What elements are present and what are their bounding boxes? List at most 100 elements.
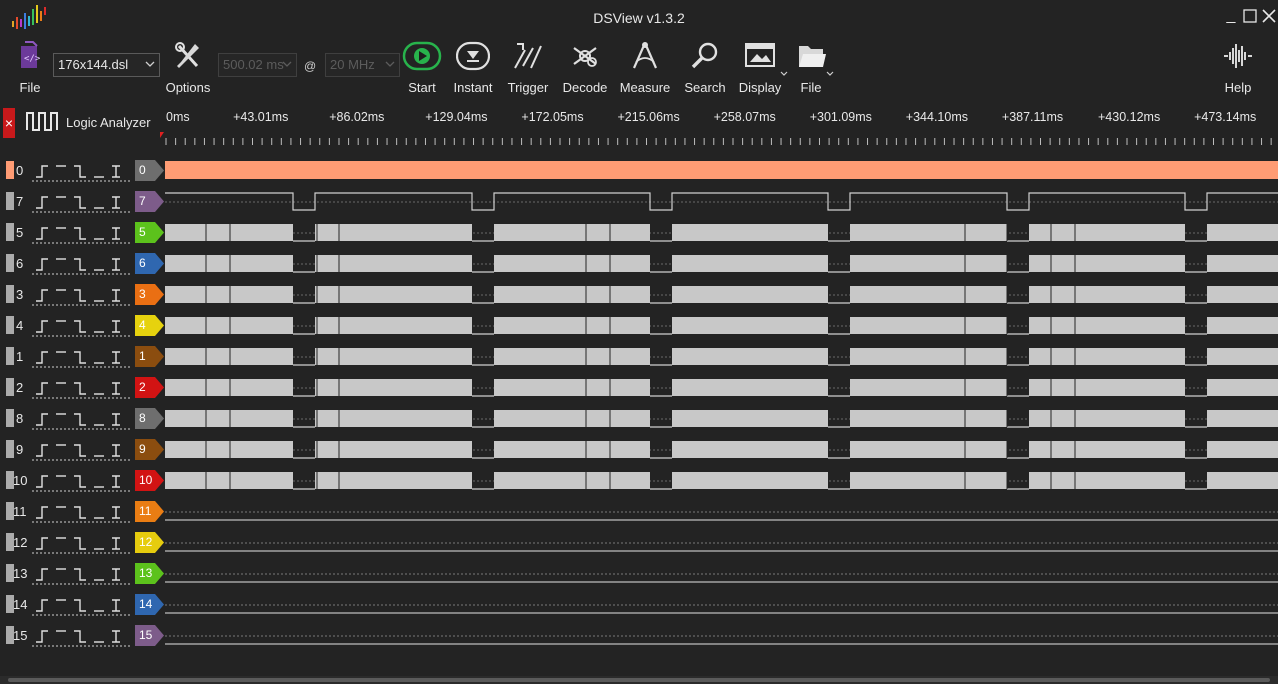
channel-label-tag[interactable]: 14	[135, 594, 165, 615]
channel-label-tag[interactable]: 4	[135, 315, 165, 336]
channel-label-tag[interactable]: 2	[135, 377, 165, 398]
trigger-type-icons[interactable]	[32, 345, 132, 369]
trigger-type-icons[interactable]	[32, 562, 132, 586]
channel-select-handle[interactable]	[6, 192, 14, 210]
channel-label-tag[interactable]: 6	[135, 253, 165, 274]
channel-select-handle[interactable]	[6, 378, 14, 396]
device-file-select[interactable]: 176x144.dsl	[53, 53, 160, 77]
chevron-down-icon	[780, 71, 788, 76]
channel-select-handle[interactable]	[6, 409, 14, 427]
time-ruler[interactable]: 0ms +43.01ms +86.02ms +129.04ms +172.05ms +21…	[160, 100, 1278, 150]
trigger-type-icons[interactable]	[32, 407, 132, 431]
file-menu-button[interactable]: </> File	[8, 38, 52, 96]
channel-label-text: 10	[139, 473, 153, 487]
channel-row[interactable]: 00	[0, 155, 1278, 186]
channel-waveform[interactable]	[165, 527, 1278, 558]
trigger-type-icons[interactable]	[32, 221, 132, 245]
channel-waveform[interactable]	[165, 186, 1278, 217]
channel-label-text: 3	[139, 287, 146, 301]
channel-label-tag[interactable]: 11	[135, 501, 165, 522]
channel-select-handle[interactable]	[6, 285, 14, 303]
trigger-type-icons[interactable]	[32, 283, 132, 307]
instant-button[interactable]: Instant	[448, 38, 498, 96]
measure-button[interactable]: Measure	[617, 38, 673, 96]
trigger-type-icons[interactable]	[32, 314, 132, 338]
channel-waveform[interactable]	[165, 248, 1278, 279]
channel-label-tag[interactable]: 12	[135, 532, 165, 553]
channel-label-tag[interactable]: 8	[135, 408, 165, 429]
channel-row[interactable]: 66	[0, 248, 1278, 279]
channel-label-tag[interactable]: 1	[135, 346, 165, 367]
channel-waveform[interactable]	[165, 155, 1278, 186]
display-button[interactable]: Display	[737, 38, 783, 96]
channel-label-tag[interactable]: 7	[135, 191, 165, 212]
trigger-type-icons[interactable]	[32, 531, 132, 555]
trigger-type-icons[interactable]	[32, 593, 132, 617]
channel-waveform[interactable]	[165, 589, 1278, 620]
channel-select-handle[interactable]	[6, 440, 14, 458]
file-export-button[interactable]: File	[791, 38, 831, 96]
trigger-type-icons[interactable]	[32, 190, 132, 214]
channel-label-tag[interactable]: 10	[135, 470, 165, 491]
sample-time-select[interactable]: 500.02 ms	[218, 53, 297, 77]
channel-row[interactable]: 15 15	[0, 620, 1278, 651]
channel-waveform[interactable]	[165, 434, 1278, 465]
channel-waveform[interactable]	[165, 372, 1278, 403]
channel-waveform[interactable]	[165, 310, 1278, 341]
channel-waveform[interactable]	[165, 620, 1278, 651]
channel-row[interactable]: 77	[0, 186, 1278, 217]
channel-row[interactable]: 11	[0, 341, 1278, 372]
start-button[interactable]: Start	[400, 38, 444, 96]
channel-row[interactable]: 55	[0, 217, 1278, 248]
channel-waveform[interactable]	[165, 465, 1278, 496]
channel-select-handle[interactable]	[6, 161, 14, 179]
channel-row[interactable]: 13 13	[0, 558, 1278, 589]
channel-select-handle[interactable]	[6, 347, 14, 365]
options-button[interactable]: Options	[162, 38, 214, 96]
trigger-type-icons[interactable]	[32, 469, 132, 493]
sample-rate-select[interactable]: 20 MHz	[325, 53, 400, 77]
trigger-type-icons[interactable]	[32, 376, 132, 400]
decode-button[interactable]: Decode	[560, 38, 610, 96]
channel-label-tag[interactable]: 0	[135, 160, 165, 181]
channel-label-tag[interactable]: 3	[135, 284, 165, 305]
maximize-button[interactable]	[1241, 6, 1259, 26]
channel-select-handle[interactable]	[6, 223, 14, 241]
channel-waveform[interactable]	[165, 558, 1278, 589]
channel-label-text: 2	[139, 380, 146, 394]
trigger-type-icons[interactable]	[32, 624, 132, 648]
trigger-type-icons[interactable]	[32, 159, 132, 183]
minimize-button[interactable]: _	[1222, 6, 1240, 26]
trigger-type-icons[interactable]	[32, 500, 132, 524]
channel-waveform[interactable]	[165, 341, 1278, 372]
channel-label-tag[interactable]: 15	[135, 625, 165, 646]
channel-select-handle[interactable]	[6, 316, 14, 334]
channel-label-tag[interactable]: 13	[135, 563, 165, 584]
channel-label-tag[interactable]: 5	[135, 222, 165, 243]
channel-row[interactable]: 33	[0, 279, 1278, 310]
channel-select-handle[interactable]	[6, 254, 14, 272]
help-button[interactable]: Help	[1216, 38, 1260, 96]
channel-row[interactable]: 88	[0, 403, 1278, 434]
channel-waveform[interactable]	[165, 217, 1278, 248]
trigger-type-icons[interactable]	[32, 252, 132, 276]
channel-waveform[interactable]	[165, 403, 1278, 434]
channel-row[interactable]: 14 14	[0, 589, 1278, 620]
channel-waveform[interactable]	[165, 496, 1278, 527]
channel-waveform[interactable]	[165, 279, 1278, 310]
horizontal-scrollbar[interactable]	[0, 676, 1278, 684]
channel-row[interactable]: 22	[0, 372, 1278, 403]
channel-row[interactable]: 10 10	[0, 465, 1278, 496]
channel-label-tag[interactable]: 9	[135, 439, 165, 460]
trigger-type-icons[interactable]	[32, 438, 132, 462]
channel-row[interactable]: 11 11	[0, 496, 1278, 527]
close-device-button[interactable]: ×	[3, 108, 15, 138]
trigger-button[interactable]: Trigger	[504, 38, 552, 96]
channel-row[interactable]: 12 12	[0, 527, 1278, 558]
scrollbar-thumb[interactable]	[8, 678, 1270, 682]
close-window-button[interactable]	[1260, 6, 1278, 26]
search-button[interactable]: Search	[681, 38, 729, 96]
trigger-marker[interactable]	[160, 132, 164, 138]
channel-row[interactable]: 44	[0, 310, 1278, 341]
channel-row[interactable]: 99	[0, 434, 1278, 465]
